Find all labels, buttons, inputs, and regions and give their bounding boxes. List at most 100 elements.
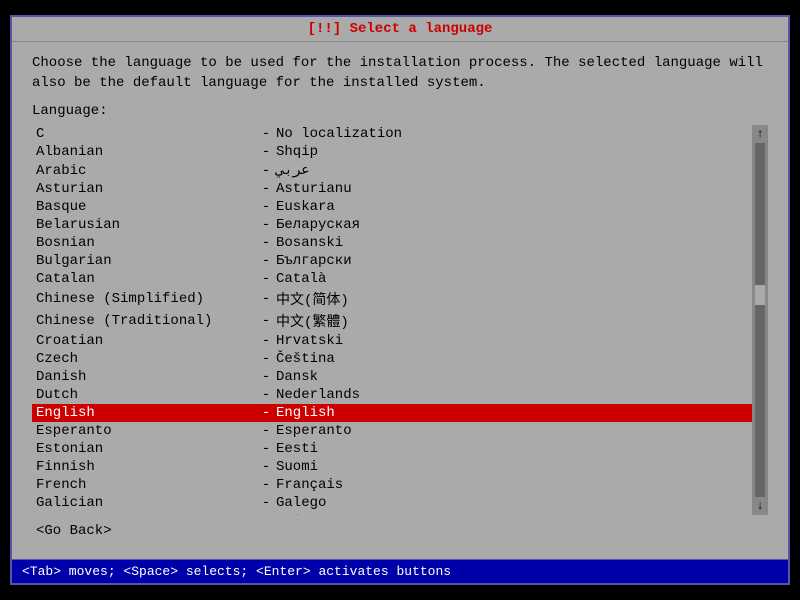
language-row[interactable]: Chinese (Simplified)-中文(简体)	[32, 288, 752, 310]
language-dash: -	[256, 369, 276, 385]
language-row[interactable]: Czech-Čeština	[32, 350, 752, 368]
language-dash: -	[256, 351, 276, 367]
language-native-name: Català	[276, 271, 748, 287]
language-name: Bulgarian	[36, 253, 256, 269]
language-dash: -	[256, 181, 276, 197]
language-name: Dutch	[36, 387, 256, 403]
title-bar: [!!] Select a language	[12, 17, 788, 42]
language-name: Danish	[36, 369, 256, 385]
status-bar: <Tab> moves; <Space> selects; <Enter> ac…	[12, 559, 788, 583]
language-name: Albanian	[36, 144, 256, 160]
language-native-name: Eesti	[276, 441, 748, 457]
language-row[interactable]: C-No localization	[32, 125, 752, 143]
language-name: Catalan	[36, 271, 256, 287]
language-label: Language:	[32, 103, 768, 119]
go-back-button[interactable]: <Go Back>	[36, 523, 112, 539]
language-row[interactable]: French-Français	[32, 476, 752, 494]
language-name: Bosnian	[36, 235, 256, 251]
language-dash: -	[256, 514, 276, 515]
language-dash: -	[256, 217, 276, 233]
language-native-name: Беларуская	[276, 217, 748, 233]
language-name: French	[36, 477, 256, 493]
language-native-name: Български	[276, 253, 748, 269]
description: Choose the language to be used for the i…	[32, 54, 768, 93]
language-native-name: Euskara	[276, 199, 748, 215]
main-content: Choose the language to be used for the i…	[12, 42, 788, 559]
language-list[interactable]: C-No localizationAlbanian-ShqipArabic-عر…	[32, 125, 752, 515]
language-native-name: Galego	[276, 495, 748, 511]
language-native-name: Nederlands	[276, 387, 748, 403]
language-dash: -	[256, 441, 276, 457]
language-row[interactable]: Bosnian-Bosanski	[32, 234, 752, 252]
language-native-name: ქართული	[276, 513, 748, 515]
language-name: Belarusian	[36, 217, 256, 233]
language-row[interactable]: Finnish-Suomi	[32, 458, 752, 476]
language-dash: -	[256, 423, 276, 439]
language-native-name: Esperanto	[276, 423, 748, 439]
language-native-name: Bosanski	[276, 235, 748, 251]
language-row[interactable]: Croatian-Hrvatski	[32, 332, 752, 350]
language-row[interactable]: Basque-Euskara	[32, 198, 752, 216]
language-row[interactable]: Catalan-Català	[32, 270, 752, 288]
language-dash: -	[256, 271, 276, 287]
language-dash: -	[256, 235, 276, 251]
language-name: Chinese (Traditional)	[36, 313, 256, 329]
scroll-thumb	[755, 285, 765, 305]
language-name: Galician	[36, 495, 256, 511]
language-row[interactable]: Chinese (Traditional)-中文(繁體)	[32, 310, 752, 332]
language-native-name: Dansk	[276, 369, 748, 385]
language-name: Esperanto	[36, 423, 256, 439]
language-dash: -	[256, 126, 276, 142]
language-row[interactable]: English-English	[32, 404, 752, 422]
language-row[interactable]: Galician-Galego	[32, 494, 752, 512]
language-row[interactable]: Arabic-عربي	[32, 161, 752, 180]
language-row[interactable]: Esperanto-Esperanto	[32, 422, 752, 440]
language-row[interactable]: Estonian-Eesti	[32, 440, 752, 458]
language-name: C	[36, 126, 256, 142]
language-native-name: 中文(简体)	[276, 289, 748, 309]
language-native-name: 中文(繁體)	[276, 311, 748, 331]
language-name: Finnish	[36, 459, 256, 475]
language-dash: -	[256, 313, 276, 329]
scroll-track	[755, 143, 765, 497]
language-native-name: Suomi	[276, 459, 748, 475]
language-name: Croatian	[36, 333, 256, 349]
go-back-row: <Go Back>	[32, 515, 768, 547]
language-row[interactable]: Dutch-Nederlands	[32, 386, 752, 404]
description-line1: Choose the language to be used for the i…	[32, 54, 768, 74]
list-container: C-No localizationAlbanian-ShqipArabic-عر…	[32, 125, 768, 515]
language-dash: -	[256, 387, 276, 403]
language-row[interactable]: Georgian-ქართული	[32, 512, 752, 515]
language-native-name: عربي	[276, 162, 748, 179]
language-name: Chinese (Simplified)	[36, 291, 256, 307]
language-dash: -	[256, 333, 276, 349]
language-native-name: No localization	[276, 126, 748, 142]
language-dash: -	[256, 495, 276, 511]
language-name: Arabic	[36, 163, 256, 179]
language-native-name: Asturianu	[276, 181, 748, 197]
title-text: [!!] Select a language	[308, 21, 493, 37]
language-name: Georgian	[36, 514, 256, 515]
language-dash: -	[256, 477, 276, 493]
language-native-name: Shqip	[276, 144, 748, 160]
language-dash: -	[256, 163, 276, 179]
scroll-up-arrow[interactable]: ↑	[756, 127, 763, 141]
language-dash: -	[256, 253, 276, 269]
language-native-name: English	[276, 405, 748, 421]
scrollbar[interactable]: ↑ ↓	[752, 125, 768, 515]
language-row[interactable]: Asturian-Asturianu	[32, 180, 752, 198]
language-dash: -	[256, 459, 276, 475]
language-dash: -	[256, 199, 276, 215]
language-row[interactable]: Bulgarian-Български	[32, 252, 752, 270]
dialog-window: [!!] Select a language Choose the langua…	[10, 15, 790, 585]
language-name: Asturian	[36, 181, 256, 197]
language-dash: -	[256, 144, 276, 160]
language-native-name: Čeština	[276, 351, 748, 367]
language-name: Estonian	[36, 441, 256, 457]
scroll-down-arrow[interactable]: ↓	[756, 499, 763, 513]
language-name: English	[36, 405, 256, 421]
language-native-name: Hrvatski	[276, 333, 748, 349]
language-row[interactable]: Albanian-Shqip	[32, 143, 752, 161]
language-row[interactable]: Danish-Dansk	[32, 368, 752, 386]
language-row[interactable]: Belarusian-Беларуская	[32, 216, 752, 234]
